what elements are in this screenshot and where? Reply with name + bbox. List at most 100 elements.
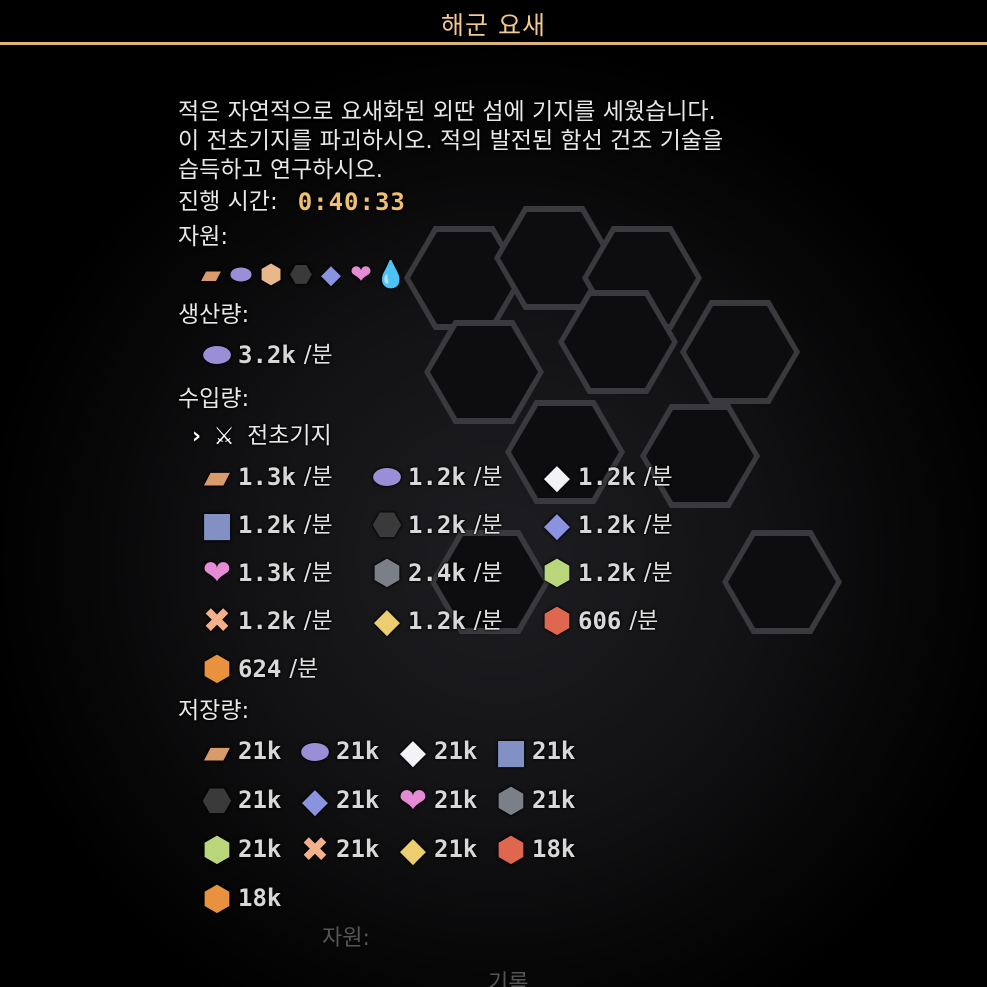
resource-rate: ⬬ 3.2k/분 [196, 334, 366, 376]
graphite-icon: ■ [494, 731, 528, 772]
resource-rate: ⬢ 21k [196, 829, 294, 871]
resource-rate: ⬢ 21k [490, 780, 588, 822]
resource-value: 21k [238, 737, 282, 765]
lead-icon: ⬬ [202, 335, 232, 375]
resource-unit: /분 [303, 511, 333, 538]
resource-rate: ◆ 21k [392, 829, 490, 871]
resource-rate: ◆ 21k [294, 780, 392, 822]
resource-rate: ▰ 1.3k/분 [196, 456, 366, 498]
spore-pod-icon: ❤ [350, 260, 372, 290]
spore-pod-icon: ❤ [398, 780, 428, 821]
resource-unit: /분 [473, 463, 503, 490]
surge-alloy-icon: ◆ [373, 601, 401, 641]
resource-value: 21k [238, 786, 282, 814]
resource-rate: ◆ 1.2k/분 [536, 504, 706, 546]
resource-unit: /분 [643, 463, 673, 490]
blast-compound-icon: ⬢ [496, 829, 526, 870]
resource-value: 1.2k [578, 558, 636, 587]
phase-fabric-icon: ⬢ [202, 878, 232, 919]
resource-unit: /분 [473, 607, 503, 634]
lead-icon: ⬬ [229, 260, 253, 290]
resources-icons: ▰ ⬬ ⬢ ⬣ ◆ ❤ 💧 [196, 257, 858, 293]
elapsed-value: 0:40:33 [297, 188, 406, 216]
import-source[interactable]: › ⚔ 전초기지 [192, 419, 858, 453]
resource-rate: ◆ 1.2k/분 [536, 456, 706, 498]
copper-icon: ▰ [203, 457, 231, 497]
imports-row: ■ 1.2k/분 ⬣ 1.2k/분 ◆ 1.2k/분 [196, 501, 858, 549]
resource-value: 1.3k [238, 462, 296, 491]
resource-rate: ◆ 21k [392, 731, 490, 773]
resource-unit: /분 [643, 559, 673, 586]
metaglass-icon: ◆ [399, 731, 427, 772]
resource-rate: ❤ 21k [392, 780, 490, 822]
title-bar: 해군 요새 [0, 0, 987, 45]
resource-unit: /분 [643, 511, 673, 538]
elapsed-label: 진행 시간: [178, 189, 278, 215]
resource-value: 1.2k [578, 462, 636, 491]
resource-rate: ⬢ 18k [196, 878, 294, 920]
resource-rate: ✖ 21k [294, 829, 392, 871]
resource-rate: ❤ 1.3k/분 [196, 552, 366, 594]
resource-value: 1.2k [408, 510, 466, 539]
resource-rate: ⬣ 21k [196, 780, 294, 822]
background-resources-label: 자원: [322, 926, 370, 951]
resource-value: 1.2k [238, 510, 296, 539]
resource-rate: ⬢ 606/분 [536, 600, 706, 642]
resource-value: 624 [238, 654, 282, 683]
resource-rate: ⬣ 1.2k/분 [366, 504, 536, 546]
resource-value: 21k [336, 835, 380, 863]
graphite-icon: ■ [200, 505, 234, 545]
plastanium-icon: ⬢ [542, 553, 572, 593]
resource-value: 2.4k [408, 558, 466, 587]
imports-grid: ▰ 1.3k/분 ⬬ 1.2k/분 ◆ 1.2k/분 ■ 1.2k/분 ⬣ 1.2k/분 ◆ 1.2k… [178, 453, 858, 693]
resource-unit: /분 [289, 655, 319, 682]
scrap-icon: ⬢ [496, 780, 526, 821]
resource-value: 18k [238, 884, 282, 912]
metaglass-icon: ◆ [543, 457, 571, 497]
lead-icon: ⬬ [300, 731, 330, 772]
resource-rate: ⬬ 1.2k/분 [366, 456, 536, 498]
titanium-icon: ◆ [301, 780, 329, 821]
production-row: ⬬ 3.2k/분 [196, 331, 858, 379]
background-record-label: 기록 [488, 971, 529, 987]
resource-value: 21k [336, 737, 380, 765]
resource-unit: /분 [303, 463, 333, 490]
resource-value: 21k [532, 737, 576, 765]
storage-label: 저장량: [178, 698, 250, 724]
resource-rate: ▰ 21k [196, 731, 294, 773]
resource-value: 3.2k [238, 340, 296, 369]
resource-rate: ⬬ 21k [294, 731, 392, 773]
water-icon: 💧 [374, 260, 408, 290]
imports-row: ⬢ 624/분 [196, 645, 858, 693]
imports-row: ▰ 1.3k/분 ⬬ 1.2k/분 ◆ 1.2k/분 [196, 453, 858, 501]
resource-value: 1.2k [578, 510, 636, 539]
storage-grid: ▰ 21k ⬬ 21k ◆ 21k ■ 21k ⬣ 21k ◆ 21k ❤ 21k ⬢ 21k ⬢ 21k ✖ 21k… [178, 727, 858, 923]
elapsed-time: 진행 시간: 0:40:33 [178, 188, 858, 217]
window-title: 해군 요새 [441, 11, 546, 40]
crossed-swords-icon: ⚔ [213, 422, 235, 450]
resource-rate: ■ 1.2k/분 [196, 504, 366, 546]
storage-row: ▰ 21k ⬬ 21k ◆ 21k ■ 21k [196, 727, 858, 776]
resource-rate: ◆ 1.2k/분 [366, 600, 536, 642]
resources-label: 자원: [178, 224, 229, 250]
coal-icon: ⬣ [289, 260, 313, 290]
resource-rate: ⬢ 1.2k/분 [536, 552, 706, 594]
resource-unit: /분 [303, 559, 333, 586]
scrap-icon: ⬢ [372, 553, 402, 593]
resource-value: 1.2k [408, 606, 466, 635]
production-label: 생산량: [178, 302, 250, 328]
resource-value: 21k [434, 737, 478, 765]
resource-value: 606 [578, 606, 622, 635]
imports-label: 수입량: [178, 386, 250, 412]
blast-compound-icon: ⬢ [542, 601, 572, 641]
titanium-icon: ◆ [543, 505, 571, 545]
sand-icon: ⬢ [259, 260, 283, 290]
copper-icon: ▰ [201, 260, 221, 290]
pyratite-icon: ✖ [202, 601, 232, 641]
storage-row: ⬢ 18k [196, 874, 858, 923]
resource-value: 1.3k [238, 558, 296, 587]
resource-rate: ✖ 1.2k/분 [196, 600, 366, 642]
import-source-label: 전초기지 [247, 422, 332, 449]
resource-value: 21k [532, 786, 576, 814]
resource-rate: ■ 21k [490, 731, 588, 773]
